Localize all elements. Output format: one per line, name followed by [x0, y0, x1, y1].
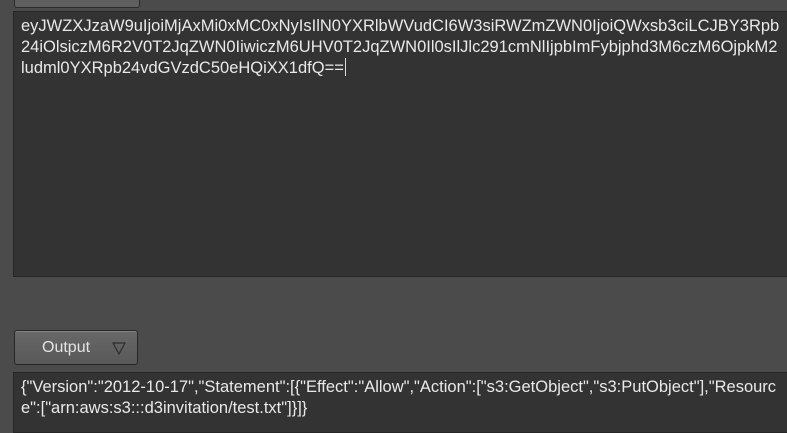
output-text: {"Version":"2012-10-17","Statement":[{"E…: [21, 378, 777, 417]
input-format-button[interactable]: [14, 0, 140, 8]
converter-window: eyJWZXJzaW9uIjoiMjAxMi0xMC0xNyIsIlN0YXRl…: [0, 0, 787, 433]
input-text: eyJWZXJzaW9uIjoiMjAxMi0xMC0xNyIsIlN0YXRl…: [21, 17, 780, 77]
input-textbox[interactable]: eyJWZXJzaW9uIjoiMjAxMi0xMC0xNyIsIlN0YXRl…: [13, 11, 787, 277]
text-cursor: [344, 58, 346, 76]
output-textbox[interactable]: {"Version":"2012-10-17","Statement":[{"E…: [13, 372, 787, 433]
output-format-label: Output: [42, 338, 91, 356]
triangle-down-icon: [111, 340, 127, 356]
output-format-button[interactable]: Output: [14, 330, 138, 365]
